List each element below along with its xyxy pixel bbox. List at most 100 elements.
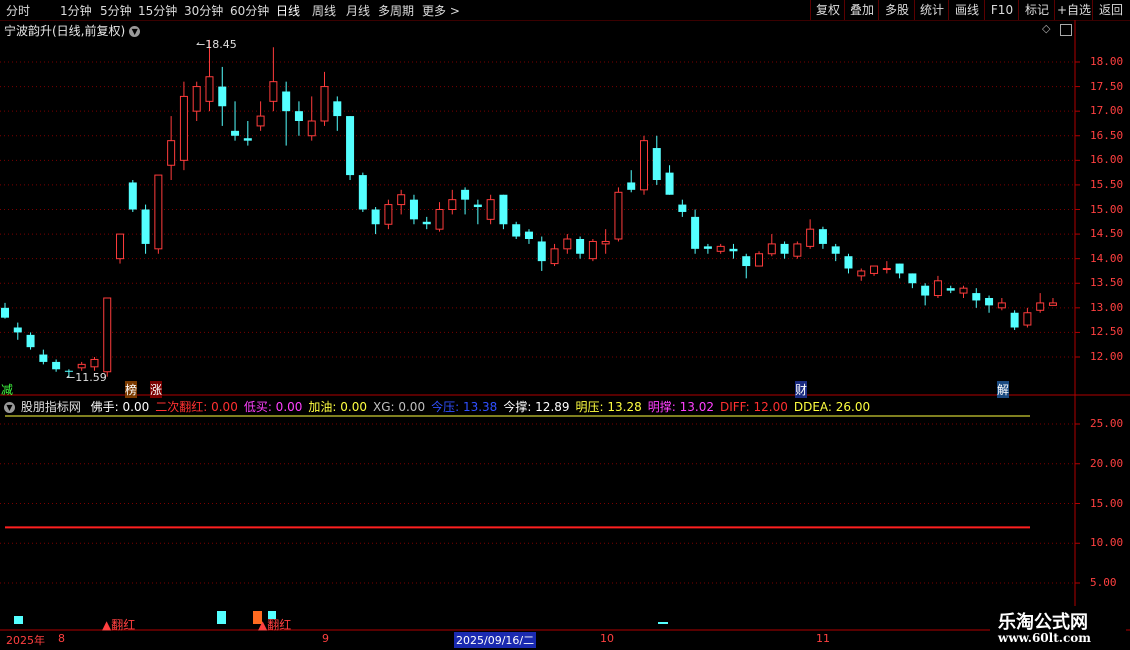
candle-body-down bbox=[844, 256, 853, 269]
indicator-value-10: DDEA: 26.00 bbox=[793, 400, 871, 414]
candle-body-down bbox=[691, 216, 700, 249]
candle-body-down bbox=[895, 263, 904, 274]
candle-body-up bbox=[640, 140, 648, 191]
indicator-value-9: DIFF: 12.00 bbox=[719, 400, 788, 414]
indicator-value-8: 明撑: 13.02 bbox=[647, 400, 714, 414]
candle-body-up bbox=[1048, 302, 1057, 306]
candle-body-up bbox=[167, 140, 176, 166]
candle-body-down bbox=[294, 111, 303, 121]
indicator-tick-label: 25.00 bbox=[1090, 417, 1124, 430]
candle-body-down bbox=[1010, 312, 1019, 328]
candle-body-down bbox=[921, 285, 930, 296]
candle-body-down bbox=[780, 243, 789, 254]
signal-block bbox=[217, 611, 226, 624]
candle-body-up bbox=[767, 243, 776, 255]
candle-body-down bbox=[537, 241, 546, 262]
indicator-tick-label: 10.00 bbox=[1090, 536, 1124, 550]
watermark: 乐淘公式网 www.60lt.com bbox=[990, 606, 1126, 650]
candle-body-down bbox=[141, 209, 150, 244]
price-tick-label: 12.00 bbox=[1090, 350, 1124, 363]
indicator-legend: ▼ 股朋指标网 佛手: 0.00 二次翻红: 0.00 低买: 0.00 加油: 0.… bbox=[4, 398, 882, 415]
signal-label-1: ▲翻红 bbox=[102, 618, 136, 632]
indicator-value-4: XG: 0.00 bbox=[372, 400, 426, 414]
candle-body-down bbox=[243, 138, 252, 141]
marker-reduce[interactable]: 减 bbox=[1, 381, 13, 398]
price-tick-label: 12.50 bbox=[1090, 325, 1124, 339]
candle-body-down bbox=[985, 298, 994, 306]
candle-body-up bbox=[90, 358, 99, 368]
candle-body-up bbox=[205, 76, 214, 102]
price-tick-label: 18.00 bbox=[1090, 55, 1124, 68]
signal-block bbox=[14, 616, 23, 624]
candle-body-down bbox=[358, 175, 367, 210]
candle-body-up bbox=[806, 228, 815, 247]
candle-body-down bbox=[409, 199, 418, 220]
candle-body-up bbox=[486, 199, 495, 220]
candle-body-up bbox=[179, 95, 188, 161]
candle-body-down bbox=[678, 204, 687, 212]
candle-body-up bbox=[588, 240, 597, 260]
indicator-menu-icon[interactable]: ▼ bbox=[4, 402, 15, 413]
candle-body-up bbox=[1036, 302, 1045, 311]
candle-body-up bbox=[1023, 312, 1032, 326]
candle-body-up bbox=[857, 270, 866, 277]
price-tick-label: 14.00 bbox=[1090, 251, 1124, 265]
candle-body-up bbox=[384, 204, 393, 225]
candle-body-down bbox=[422, 221, 431, 225]
candle-body-down bbox=[346, 116, 355, 176]
candle-body-down bbox=[473, 204, 482, 208]
candle-body-up bbox=[882, 268, 891, 270]
candle-body-down bbox=[461, 189, 470, 200]
high-annotation: ↼18.45 bbox=[196, 38, 237, 51]
candle-body-down bbox=[26, 334, 35, 348]
candle-body-down bbox=[371, 209, 380, 225]
candle-body-up bbox=[997, 302, 1006, 309]
candle-body-up bbox=[192, 86, 201, 112]
date-month-11: 11 bbox=[816, 632, 830, 645]
marker-limit-up[interactable]: 涨 bbox=[150, 381, 163, 398]
candle-body-down bbox=[742, 256, 751, 267]
candle-body-up bbox=[601, 240, 610, 245]
candle-body-up bbox=[716, 245, 725, 252]
candle-body-up bbox=[154, 174, 163, 250]
marker-billboard[interactable]: 榜 bbox=[125, 381, 138, 398]
candle-body-down bbox=[231, 130, 240, 136]
indicator-name[interactable]: 股朋指标网 bbox=[21, 400, 81, 414]
indicator-tick-label: 5.00 bbox=[1090, 576, 1117, 589]
indicator-value-6: 今撑: 12.89 bbox=[503, 400, 570, 414]
date-month-10: 10 bbox=[600, 632, 614, 645]
indicator-value-1: 二次翻红: 0.00 bbox=[155, 400, 238, 414]
candle-body-down bbox=[218, 86, 227, 107]
price-tick-label: 15.00 bbox=[1090, 202, 1124, 216]
candle-body-down bbox=[652, 148, 661, 180]
candle-body-down bbox=[703, 246, 712, 249]
candle-body-up bbox=[116, 233, 125, 260]
candle-body-up bbox=[550, 248, 559, 265]
indicator-tick-label: 15.00 bbox=[1090, 496, 1124, 510]
candle-body-down bbox=[818, 229, 827, 244]
candle-body-up bbox=[320, 86, 329, 122]
signal-label-2: ▲翻红 bbox=[258, 618, 292, 632]
candle-body-down bbox=[52, 361, 61, 370]
candle-body-up bbox=[563, 238, 572, 250]
marker-unlock[interactable]: 解 bbox=[997, 381, 1010, 398]
candle-body-up bbox=[614, 191, 623, 240]
price-tick-label: 15.50 bbox=[1090, 177, 1124, 191]
price-tick-label: 17.00 bbox=[1090, 104, 1124, 118]
candle-body-down bbox=[946, 288, 955, 291]
candle-body-up bbox=[307, 120, 316, 137]
candle-body-down bbox=[13, 327, 22, 333]
price-tick-label: 14.50 bbox=[1090, 227, 1124, 241]
date-year: 2025年 bbox=[6, 634, 45, 647]
date-month-8: 8 bbox=[58, 632, 65, 645]
candle-body-down bbox=[128, 182, 137, 210]
candle-body-down bbox=[333, 101, 342, 117]
candle-body-up bbox=[77, 363, 86, 369]
candle-body-up bbox=[448, 199, 457, 211]
price-tick-label: 13.00 bbox=[1090, 300, 1124, 314]
date-month-9: 9 bbox=[322, 632, 329, 645]
marker-finance[interactable]: 财 bbox=[795, 381, 808, 398]
candle-body-up bbox=[397, 194, 406, 206]
indicator-value-7: 明压: 13.28 bbox=[575, 400, 642, 414]
candle-body-up bbox=[435, 209, 444, 230]
